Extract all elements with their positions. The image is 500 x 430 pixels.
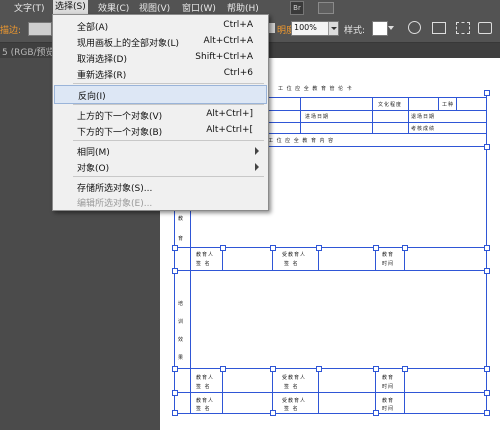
chevron-down-icon[interactable]: [388, 26, 394, 30]
style-swatch[interactable]: [372, 21, 388, 36]
menu-text[interactable]: 文字(T): [14, 1, 45, 14]
select-menu: 全部(A) Ctrl+A 现用画板上的全部对象(L) Alt+Ctrl+A 取消…: [52, 14, 269, 211]
submenu-arrow-icon: [255, 147, 259, 155]
menu-item-select-all-on-artboard[interactable]: 现用画板上的全部对象(L) Alt+Ctrl+A: [54, 33, 267, 50]
chevron-down-icon[interactable]: [328, 22, 338, 35]
menu-item-label: 现用画板上的全部对象(L): [77, 39, 180, 49]
document-tab[interactable]: 5 (RGB/预览): [2, 45, 58, 58]
transform-icon[interactable]: [456, 22, 470, 34]
menu-item-shortcut: Ctrl+A: [223, 20, 253, 30]
opacity-field[interactable]: 100%: [291, 21, 339, 36]
menu-item-label: 反向(I): [78, 92, 106, 102]
align-icon[interactable]: [432, 22, 446, 34]
bridge-icon[interactable]: Br: [290, 1, 304, 15]
menu-item-inverse[interactable]: 反向(I): [54, 85, 267, 104]
menu-item-shortcut: Alt+Ctrl+[: [206, 125, 253, 135]
menu-item-shortcut: Alt+Ctrl+]: [206, 109, 253, 119]
menu-item-label: 相同(M): [77, 148, 110, 158]
arrange-icon[interactable]: [478, 22, 492, 34]
menu-item-shortcut: Ctrl+6: [223, 68, 253, 78]
opacity-value: 100%: [294, 23, 317, 32]
menu-item-shortcut: Alt+Ctrl+A: [203, 36, 253, 46]
menu-item-deselect[interactable]: 取消选择(D) Shift+Ctrl+A: [54, 49, 267, 66]
menu-item-select-all[interactable]: 全部(A) Ctrl+A: [54, 17, 267, 34]
menu-separator: [73, 104, 264, 105]
menu-separator: [73, 176, 264, 177]
menu-item-next-object-below[interactable]: 下方的下一个对象(B) Alt+Ctrl+[: [54, 122, 267, 139]
menu-item-shortcut: Shift+Ctrl+A: [195, 52, 253, 62]
menu-item-next-object-above[interactable]: 上方的下一个对象(V) Alt+Ctrl+]: [54, 106, 267, 123]
menu-help[interactable]: 帮助(H): [227, 1, 259, 14]
menu-item-label: 取消选择(D): [77, 55, 127, 65]
menu-item-same[interactable]: 相同(M): [54, 142, 267, 159]
submenu-arrow-icon: [255, 163, 259, 171]
menu-window[interactable]: 窗口(W): [182, 1, 216, 14]
menu-item-edit-selection: 编辑所选对象(E)...: [54, 193, 267, 210]
menu-separator: [73, 140, 264, 141]
menu-item-object[interactable]: 对象(O): [54, 158, 267, 175]
menu-item-label: 下方的下一个对象(B): [77, 128, 163, 138]
menu-separator: [73, 83, 264, 84]
stroke-weight-field[interactable]: [28, 22, 52, 36]
menu-item-label: 编辑所选对象(E)...: [77, 199, 153, 209]
recolor-artwork-icon[interactable]: [408, 21, 421, 34]
menu-select[interactable]: 选择(S): [53, 0, 88, 14]
menu-item-label: 重新选择(R): [77, 71, 127, 81]
style-label: 样式:: [344, 26, 366, 36]
menu-item-label: 全部(A): [77, 23, 109, 33]
toolbar-swatch[interactable]: [268, 23, 275, 33]
arrange-documents-icon[interactable]: [318, 2, 334, 14]
menu-view[interactable]: 视图(V): [139, 1, 170, 14]
menu-effect[interactable]: 效果(C): [98, 1, 129, 14]
menu-item-reselect[interactable]: 重新选择(R) Ctrl+6: [54, 65, 267, 82]
stroke-label: 描边:: [0, 26, 22, 36]
menu-item-label: 上方的下一个对象(V): [77, 112, 163, 122]
menu-item-label: 对象(O): [77, 164, 110, 174]
